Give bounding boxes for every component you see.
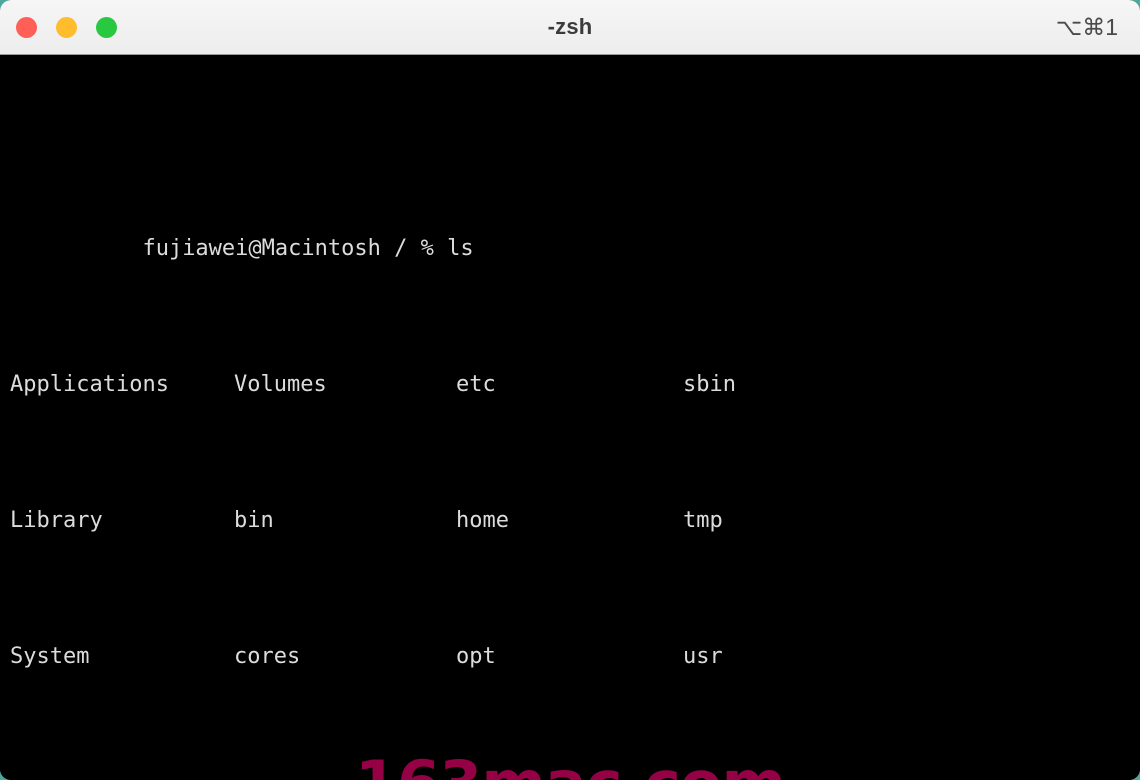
ls-entry: opt: [456, 644, 496, 669]
ls-entry: tmp: [683, 508, 723, 533]
terminal-prompt-line: fujiawei@Macintosh / % ls: [10, 198, 1140, 261]
ls-output-row: Applications Volumes etc sbin: [10, 368, 1140, 402]
watermark-text: 163mac.com: [0, 747, 1140, 780]
window-title: -zsh: [547, 14, 593, 39]
ls-entry: Volumes: [234, 372, 327, 397]
ls-output-row: Library bin home tmp: [10, 504, 1140, 538]
terminal-window: -zsh ⌥⌘1 fujiawei@Macintosh / % ls Appli…: [0, 0, 1140, 780]
ls-entry: usr: [683, 644, 723, 669]
ls-entry: cores: [234, 644, 301, 669]
terminal-output: fujiawei@Macintosh / % ls Applications V…: [10, 62, 1140, 780]
ls-entry: Applications: [10, 372, 169, 397]
ls-entry: sbin: [683, 372, 736, 397]
window-titlebar[interactable]: -zsh ⌥⌘1: [0, 0, 1140, 55]
prompt-line-text: fujiawei@Macintosh / % ls: [142, 236, 474, 261]
ls-entry: home: [456, 508, 509, 533]
ls-output-row: System cores opt usr: [10, 640, 1140, 674]
ls-entry: Library: [10, 508, 103, 533]
ls-entry: etc: [456, 372, 496, 397]
keyboard-shortcut-hint: ⌥⌘1: [1055, 14, 1118, 40]
desktop-background: -zsh ⌥⌘1 fujiawei@Macintosh / % ls Appli…: [0, 0, 1140, 780]
ls-entry: bin: [234, 508, 274, 533]
terminal-body[interactable]: fujiawei@Macintosh / % ls Applications V…: [0, 55, 1140, 780]
ls-entry: System: [10, 644, 90, 669]
